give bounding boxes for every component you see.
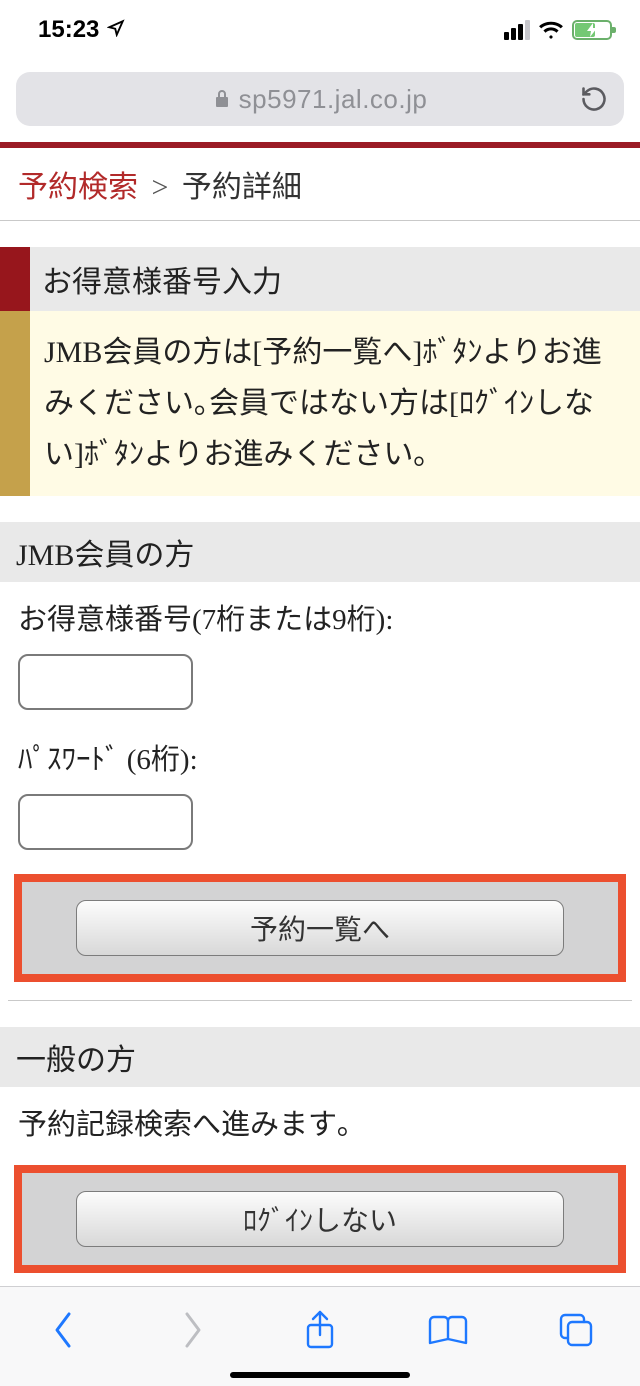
member-heading: JMB会員の方 (0, 522, 640, 582)
guest-description: 予約記録検索へ進みます｡ (0, 1087, 640, 1153)
forward-button[interactable] (164, 1302, 220, 1358)
password-input[interactable] (18, 794, 193, 850)
guest-heading: 一般の方 (0, 1027, 640, 1087)
url-text: sp5971.jal.co.jp (239, 84, 428, 115)
share-button[interactable] (292, 1302, 348, 1358)
divider (8, 1000, 632, 1001)
breadcrumb-separator: > (146, 171, 175, 204)
location-icon (107, 16, 125, 44)
breadcrumb-link-search[interactable]: 予約検索 (18, 171, 138, 204)
tabs-button[interactable] (548, 1302, 604, 1358)
breadcrumb-current: 予約詳細 (182, 171, 302, 204)
section-title: お得意様番号入力 (30, 247, 640, 311)
section-accent-gold (0, 311, 30, 496)
member-button-highlight: 予約一覧へ (14, 874, 626, 982)
clock-time: 15:23 (38, 16, 99, 44)
home-indicator (230, 1372, 410, 1378)
to-reservation-list-button[interactable]: 予約一覧へ (76, 900, 564, 956)
notice-box: JMB会員の方は[予約一覧へ]ﾎﾞﾀﾝよりお進みください｡会員ではない方は[ﾛｸ… (0, 311, 640, 496)
bookmarks-button[interactable] (420, 1302, 476, 1358)
member-number-label: お得意様番号(7桁または9桁): (0, 582, 640, 648)
section-title-bar: お得意様番号入力 (0, 247, 640, 311)
notice-text: JMB会員の方は[予約一覧へ]ﾎﾞﾀﾝよりお進みください｡会員ではない方は[ﾛｸ… (30, 311, 640, 496)
breadcrumb: 予約検索 > 予約詳細 (0, 148, 640, 221)
reload-icon[interactable] (580, 84, 608, 114)
guest-button-highlight: ﾛｸﾞｲﾝしない (14, 1165, 626, 1273)
browser-address-bar[interactable]: sp5971.jal.co.jp (16, 72, 624, 126)
section-accent-red (0, 247, 30, 311)
lock-icon (213, 89, 231, 109)
ios-status-bar: 15:23 (0, 0, 640, 60)
member-number-input[interactable] (18, 654, 193, 710)
wifi-icon (538, 20, 564, 40)
no-login-button[interactable]: ﾛｸﾞｲﾝしない (76, 1191, 564, 1247)
back-button[interactable] (36, 1302, 92, 1358)
battery-charging-icon (572, 20, 612, 40)
cellular-signal-icon (504, 20, 530, 40)
browser-toolbar (0, 1286, 640, 1386)
password-label: ﾊﾟｽﾜｰﾄﾞ (6桁): (0, 722, 640, 788)
